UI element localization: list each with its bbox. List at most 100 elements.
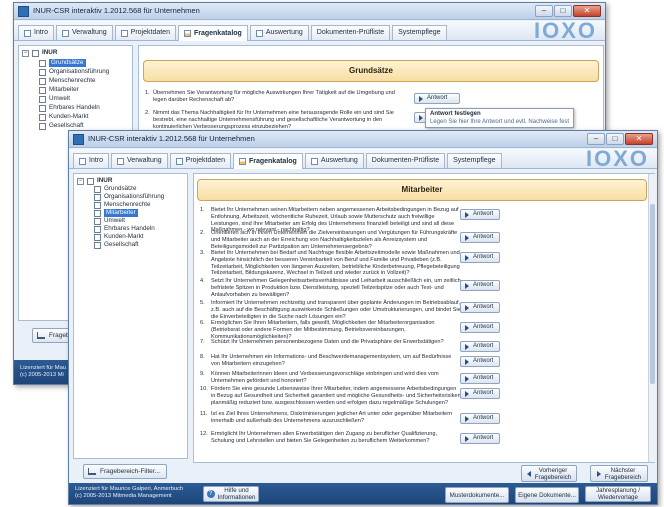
answer-button[interactable]: Antwort [460,252,500,263]
tree-item[interactable]: Ehrbares Handeln [39,104,100,112]
answer-button[interactable]: Antwort [460,413,500,424]
minimize-button[interactable]: – [535,5,553,17]
tree-item[interactable]: Gesellschaft [39,122,84,130]
checkbox[interactable] [39,59,46,67]
next-section-button[interactable]: Nächster Fragebereich [590,465,648,482]
catalog-icon [238,158,246,165]
tree-root[interactable]: − INUR [77,177,112,185]
question-number: 4. [200,278,205,284]
tab-dokumenten-pruefliste[interactable]: Dokumenten-Prüfliste [310,25,391,40]
tab-auswertung[interactable]: Auswertung [304,153,364,168]
checkbox[interactable] [94,225,101,233]
minimize-button[interactable]: – [587,133,605,145]
question-number: 2. [200,230,205,236]
collapse-icon[interactable]: − [77,177,84,185]
tree-item[interactable]: Gesellschaft [94,241,139,249]
checkbox[interactable] [94,185,101,193]
prev-section-button[interactable]: Vorheriger Fragebereich [521,465,577,482]
front-tree-panel: − INUR Grundsätze Organisationsführung Me… [73,173,188,459]
tab-systempflege[interactable]: Systempflege [392,25,447,40]
play-arrow-icon [465,325,469,331]
tab-fragenkatalog[interactable]: Fragenkatalog [177,25,248,41]
answer-button[interactable]: Antwort [414,93,460,104]
answer-button[interactable]: Antwort [460,373,500,384]
tree-item[interactable]: Kunden-Markt [94,233,144,241]
license-text: Lizenziert für Maurice Galperi, Anmerbuc… [75,486,184,499]
checkbox[interactable] [32,49,39,57]
jahresplanung-button[interactable]: Jahresplanung / Wiedervorlage [585,486,651,502]
checkbox[interactable] [39,122,46,130]
app-icon [73,134,84,145]
checkbox[interactable] [39,86,46,94]
maximize-button[interactable]: □ [606,133,624,145]
gear-icon [62,29,70,37]
answer-button[interactable]: Antwort [460,322,500,333]
tree-item[interactable]: Grundsätze [94,185,137,193]
back-titlebar[interactable]: INUR-CSR interaktiv 1.2012.568 für Unter… [14,3,605,20]
help-icon: ? [206,490,215,498]
tree-item[interactable]: Mitarbeiter [39,86,79,94]
answer-button[interactable]: Antwort [460,356,500,367]
tab-verwaltung[interactable]: Verwaltung [111,153,168,168]
eigene-dokumente-button[interactable]: Eigene Dokumente... [515,487,579,503]
tree-item[interactable]: Ehrbares Handeln [94,225,155,233]
checkbox[interactable] [94,193,101,201]
question-text: Bietet Ihr Unternehmen bei Bedarf und Na… [211,250,460,277]
play-arrow-icon [465,255,469,261]
tab-fragenkatalog[interactable]: Fragenkatalog [232,153,303,169]
tree-item[interactable]: Menschenrechte [39,77,96,85]
tab-projektdaten[interactable]: Projektdaten [169,153,231,168]
answer-button[interactable]: Antwort [460,433,500,444]
tab-intro[interactable]: Intro [73,153,110,168]
help-button[interactable]: ? Hilfe und Informationen [203,486,259,502]
close-button[interactable]: ✕ [573,5,601,17]
scrollbar[interactable] [648,174,655,462]
question-text: Schützt Ihr Unternehmen personenbezogene… [211,339,444,345]
tab-auswertung[interactable]: Auswertung [249,25,309,40]
checkbox[interactable] [94,217,101,225]
tree-item[interactable]: Organisationsführung [94,193,164,201]
checkbox[interactable] [94,209,101,217]
arrow-left-icon [526,470,531,477]
play-arrow-icon [465,376,469,382]
tree-root[interactable]: − INUR [22,49,57,57]
tree-item[interactable]: Kunden-Markt [39,113,89,121]
tab-verwaltung[interactable]: Verwaltung [56,25,113,40]
answer-button[interactable]: Antwort [460,280,500,291]
tree-item[interactable]: Umwelt [39,95,70,103]
checkbox[interactable] [39,104,46,112]
tab-systempflege[interactable]: Systempflege [447,153,502,168]
maximize-button[interactable]: □ [554,5,572,17]
tree-item[interactable]: Grundsätze [39,59,86,67]
answer-button[interactable]: Antwort [460,388,500,399]
close-button[interactable]: ✕ [625,133,653,145]
tree-item[interactable]: Umwelt [94,217,125,225]
checkbox[interactable] [39,68,46,76]
play-arrow-icon [465,305,469,311]
checkbox[interactable] [94,241,101,249]
gear-icon [117,157,125,165]
collapse-icon[interactable]: − [22,49,29,57]
tree-item[interactable]: Mitarbeiter [94,209,138,217]
checkbox[interactable] [39,95,46,103]
tab-intro[interactable]: Intro [18,25,55,40]
checkbox[interactable] [39,113,46,121]
answer-button[interactable]: Antwort [460,209,500,220]
checkbox[interactable] [94,201,101,209]
answer-button[interactable]: Antwort [460,341,500,352]
front-titlebar[interactable]: INUR-CSR interaktiv 1.2012.568 für Unter… [69,131,657,148]
question-text: Ist es Ziel Ihres Unternehmens, Diskrimi… [211,411,453,424]
checkbox[interactable] [94,233,101,241]
answer-button[interactable]: Antwort [460,302,500,313]
tree-item[interactable]: Menschenrechte [94,201,151,209]
checkbox[interactable] [87,177,94,185]
filter-button[interactable]: Fragebereich-Filter... [83,464,167,479]
tab-dokumenten-pruefliste[interactable]: Dokumenten-Prüfliste [365,153,446,168]
license-text: Lizenziert für Mau (c) 2005-2013 Mi [20,365,67,378]
tree-item[interactable]: Organisationsführung [39,68,109,76]
tab-projektdaten[interactable]: Projektdaten [114,25,176,40]
scrollbar-thumb[interactable] [650,204,655,384]
musterdokumente-button[interactable]: Musterdokumente... [445,487,509,503]
checkbox[interactable] [39,77,46,85]
answer-button[interactable]: Antwort [460,232,500,243]
